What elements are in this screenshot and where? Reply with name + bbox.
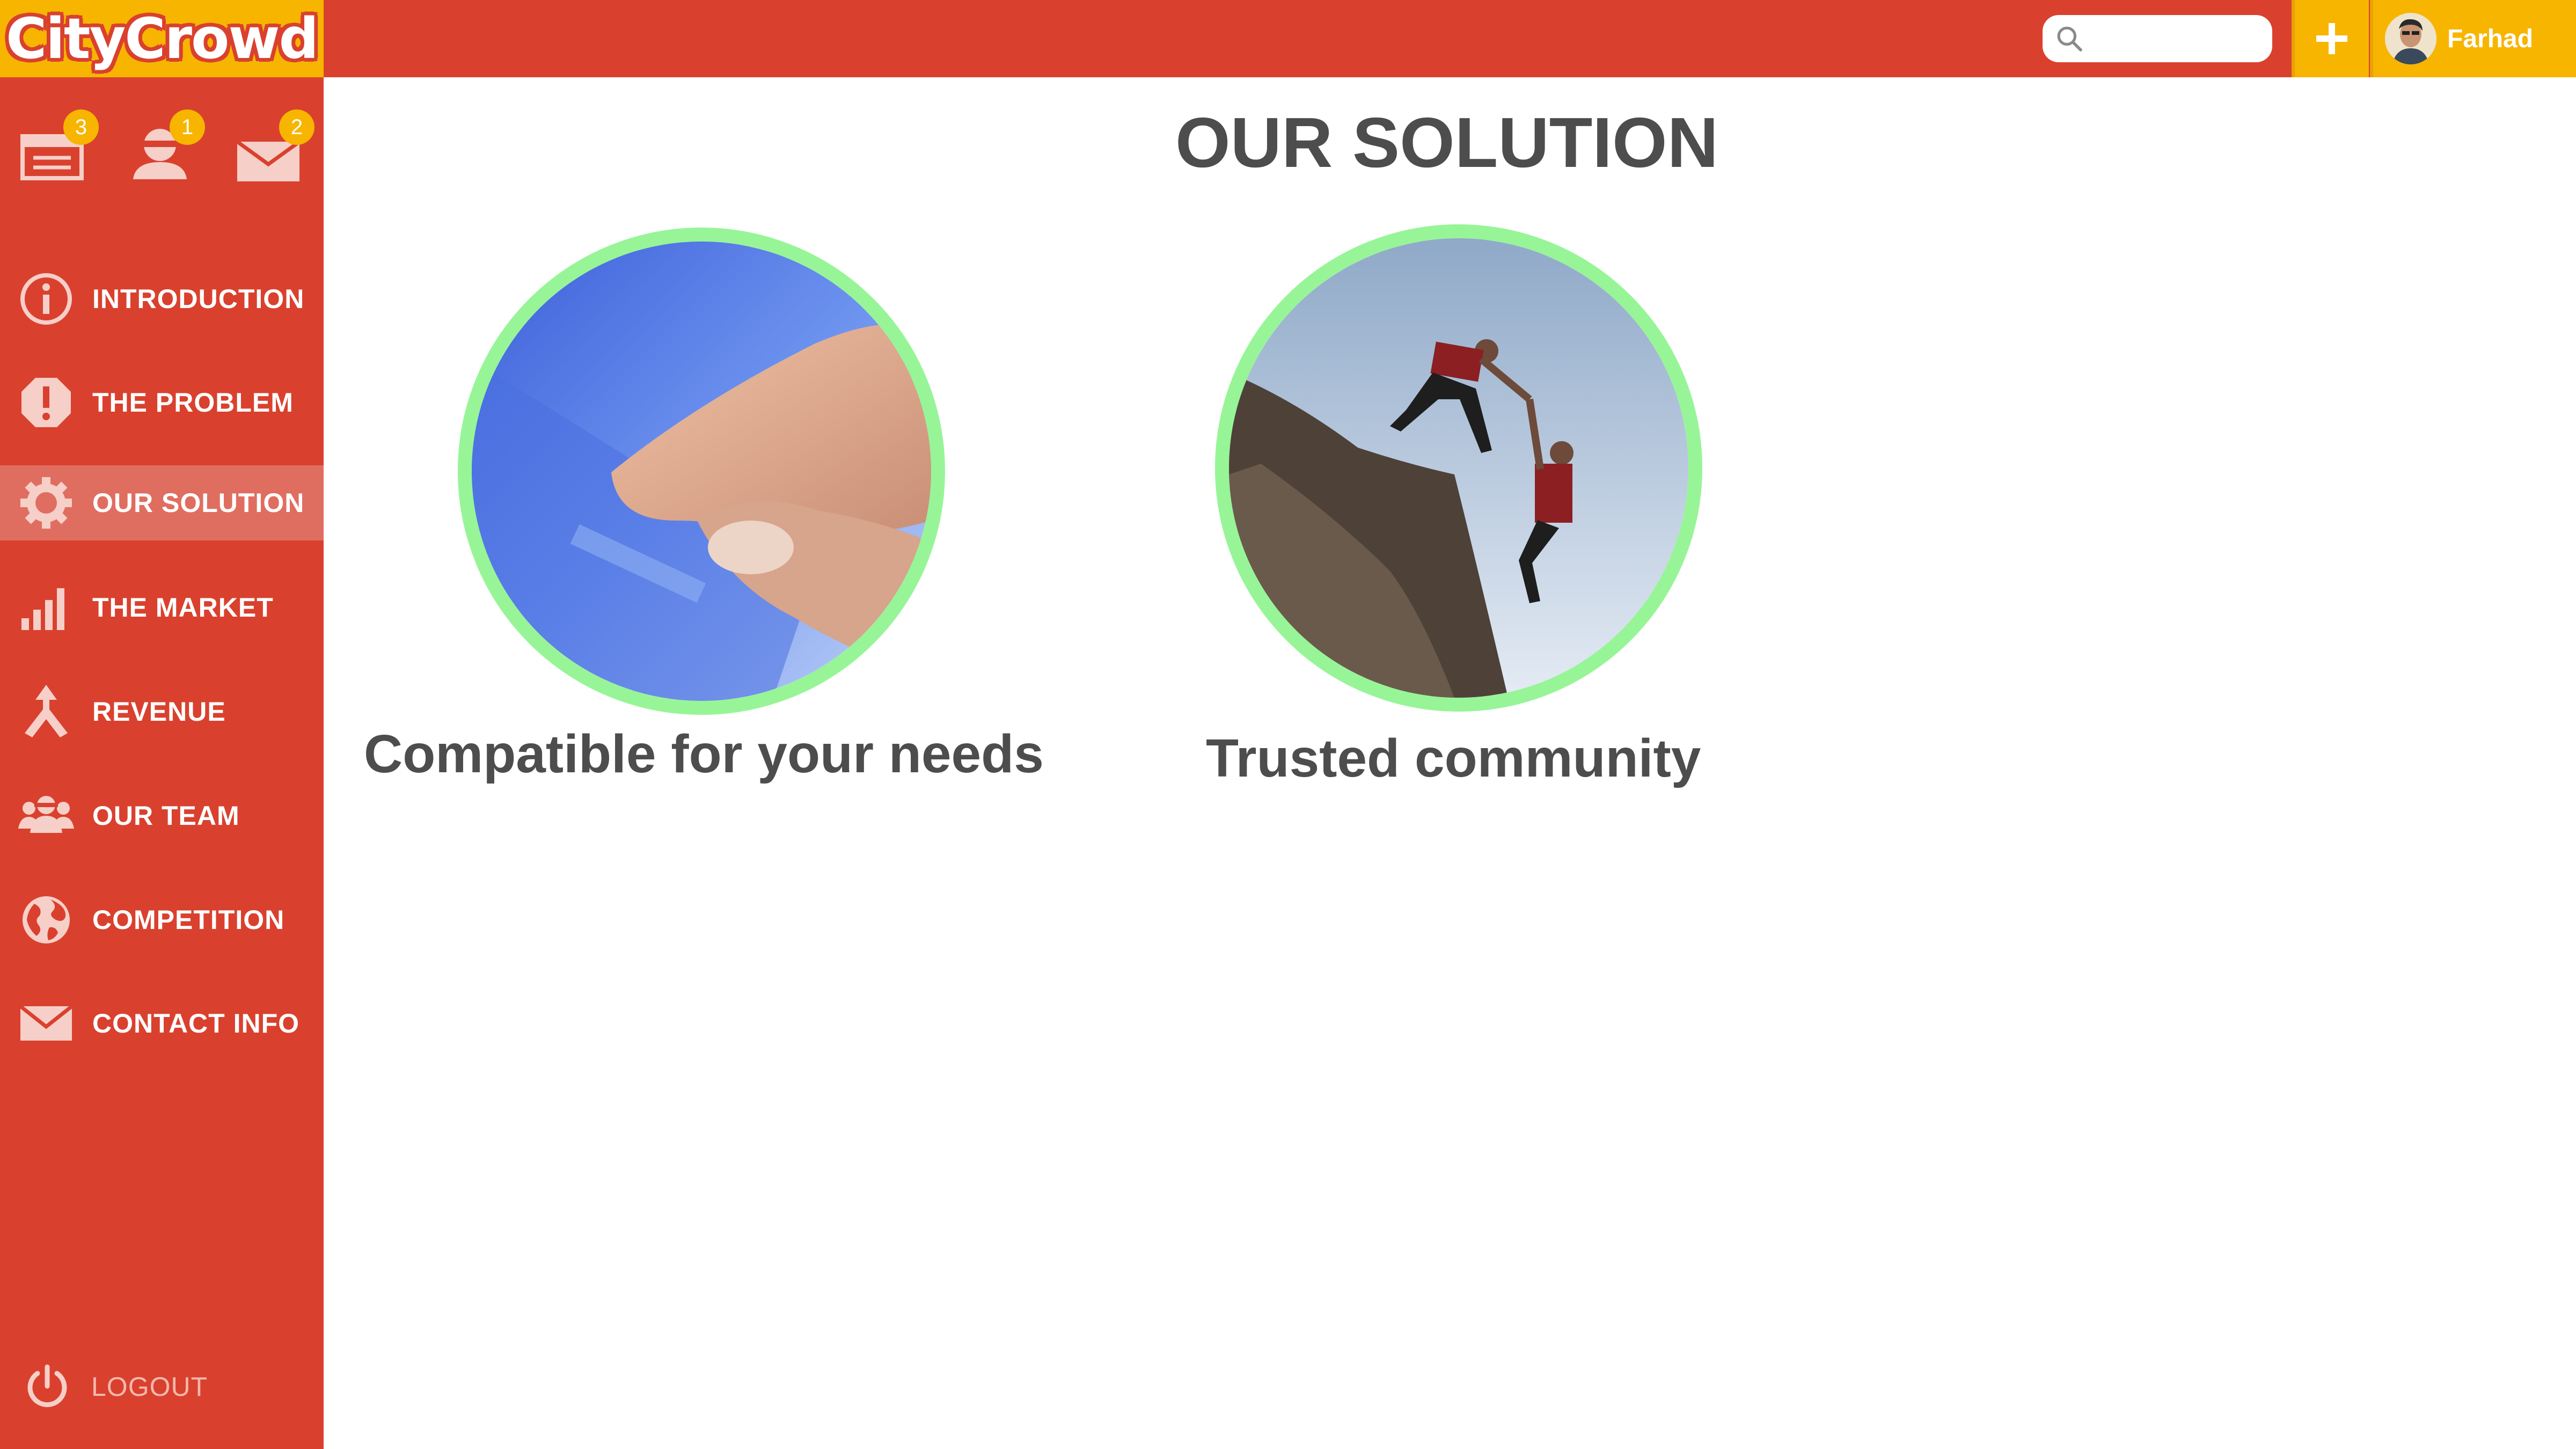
alert-icon (18, 375, 74, 430)
sidebar-item-our-solution[interactable]: OUR SOLUTION (0, 465, 324, 540)
sidebar-item-label: COMPETITION (92, 905, 285, 935)
user-badge: 1 (170, 109, 205, 145)
sidebar-item-label: OUR SOLUTION (92, 488, 305, 518)
bar-chart-icon (18, 580, 74, 635)
sidebar-item-label: REVENUE (92, 697, 226, 727)
sidebar-item-revenue[interactable]: REVENUE (0, 674, 324, 749)
sidebar: 3 1 2 INTRODUCTION THE PROBLEM OUR SOLUT… (0, 77, 324, 1449)
plus-icon (2316, 23, 2347, 54)
climbers-image (1229, 238, 1688, 698)
sidebar-item-label: OUR TEAM (92, 801, 240, 831)
logout-label: LOGOUT (91, 1372, 208, 1402)
sidebar-item-competition[interactable]: COMPETITION (0, 882, 324, 957)
card-image-climbers (1215, 224, 1702, 712)
search-box[interactable] (2043, 15, 2272, 62)
globe-icon (18, 892, 74, 948)
add-button[interactable] (2292, 0, 2369, 77)
inbox-badge: 3 (63, 109, 99, 145)
avatar (2385, 13, 2436, 64)
user-name: Farhad (2447, 24, 2534, 53)
info-icon (18, 271, 74, 327)
card-image-tablet (458, 228, 945, 715)
user-menu[interactable]: Farhad (2370, 0, 2576, 77)
sidebar-item-the-market[interactable]: THE MARKET (0, 570, 324, 645)
page-title: OUR SOLUTION (1175, 103, 1718, 182)
top-bar: CityCrowd Farhad (0, 0, 2576, 77)
sidebar-item-contact-info[interactable]: CONTACT INFO (0, 986, 324, 1061)
merge-arrow-icon (18, 684, 74, 740)
power-icon (19, 1359, 75, 1415)
gear-icon (18, 475, 74, 531)
search-icon (2057, 26, 2082, 52)
notification-mail[interactable]: 2 (230, 109, 314, 190)
envelope-icon (18, 996, 74, 1051)
card-caption: Trusted community (1206, 728, 1701, 788)
sidebar-item-introduction[interactable]: INTRODUCTION (0, 261, 324, 336)
card-caption: Compatible for your needs (364, 724, 1044, 784)
logo-text: CityCrowd (5, 6, 319, 71)
sidebar-item-label: THE MARKET (92, 592, 274, 623)
team-icon (18, 788, 74, 844)
sidebar-item-label: INTRODUCTION (92, 284, 305, 314)
sidebar-item-label: CONTACT INFO (92, 1008, 300, 1038)
sidebar-item-the-problem[interactable]: THE PROBLEM (0, 365, 324, 440)
finger-tablet-image (472, 241, 931, 701)
search-input[interactable] (2090, 17, 2262, 60)
logout-button[interactable]: LOGOUT (0, 1355, 324, 1419)
sidebar-item-label: THE PROBLEM (92, 387, 294, 418)
notification-inbox[interactable]: 3 (15, 109, 99, 190)
sidebar-item-our-team[interactable]: OUR TEAM (0, 778, 324, 853)
mail-badge: 2 (279, 109, 314, 145)
logo[interactable]: CityCrowd (0, 0, 324, 77)
notification-user[interactable]: 1 (121, 109, 205, 190)
